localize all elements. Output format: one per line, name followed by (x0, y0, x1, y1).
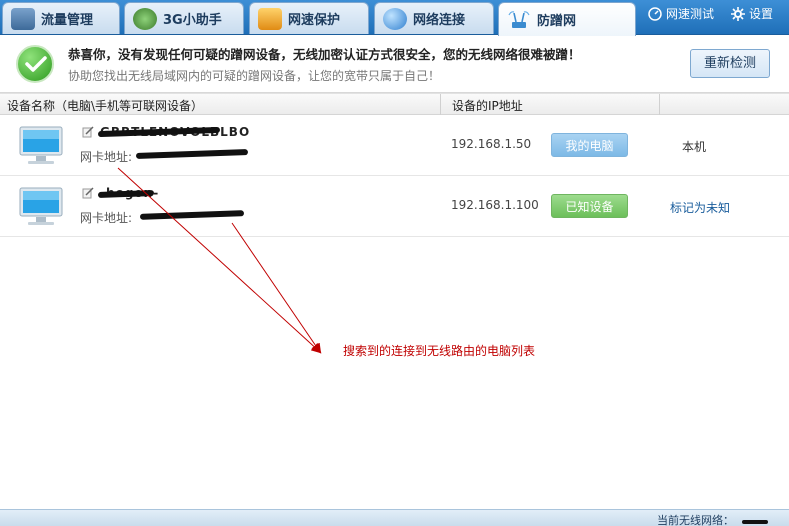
redaction-mark (742, 520, 768, 524)
status-bar: 当前无线网络： (0, 509, 789, 526)
current-network-label: 当前无线网络： (657, 514, 734, 526)
annotation-arrows (117, 167, 322, 354)
annotation-text: 搜索到的连接到无线路由的电脑列表 (343, 344, 536, 358)
